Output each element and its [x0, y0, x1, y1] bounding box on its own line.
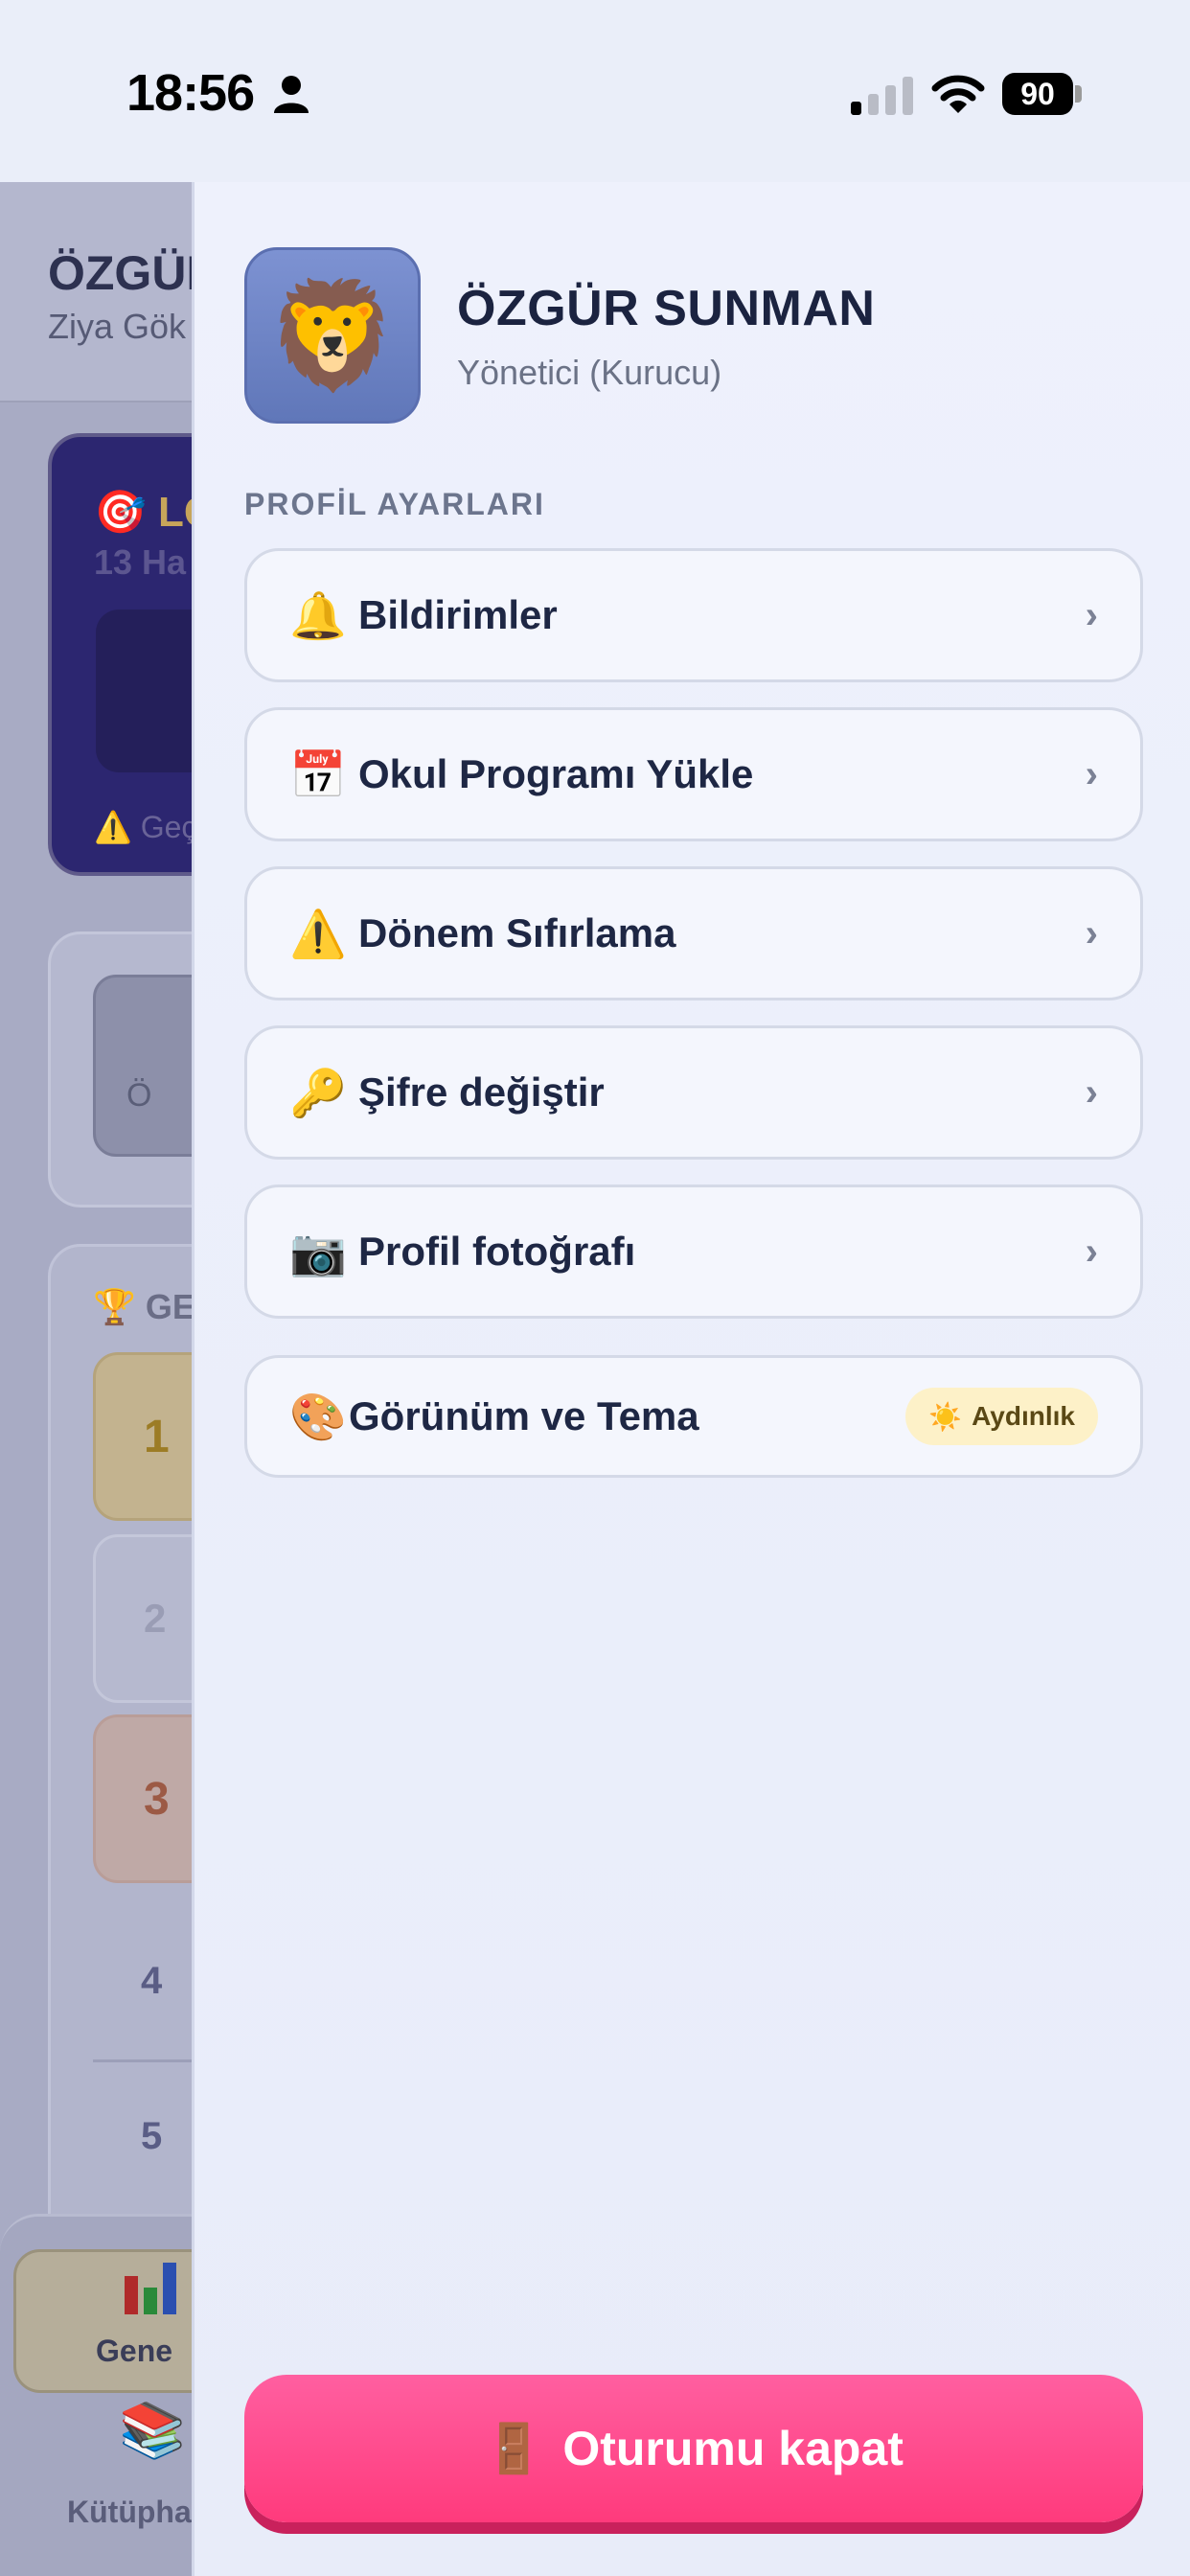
logout-button[interactable]: 🚪 Oturumu kapat — [244, 2375, 1143, 2522]
lgs-card-title: 🎯 LG — [94, 489, 192, 536]
lgs-countdown-card: 🎯 LG 13 Ha ⚠️ Geç — [48, 433, 192, 876]
battery-icon: 90 — [1002, 73, 1073, 115]
warning-icon: ⚠️ — [289, 908, 347, 960]
rank-row: 5 — [141, 2114, 163, 2157]
avatar[interactable]: 🦁 — [244, 247, 421, 424]
person-icon — [274, 76, 309, 113]
door-icon: 🚪 — [484, 2421, 544, 2475]
rank-row: 1 — [93, 1352, 192, 1521]
menu-item-label: Profil fotoğrafı — [358, 1229, 636, 1274]
background-header: ÖZGÜR Ziya Gök — [0, 182, 192, 402]
app-screen: 18:56 90 ÖZGÜR Ziya Gök 🎯 LG 13 Ha — [0, 0, 1190, 2576]
theme-badge-label: Aydınlık — [972, 1401, 1075, 1431]
menu-item-appearance-theme[interactable]: 🎨 Görünüm ve Tema ☀️ Aydınlık — [244, 1355, 1143, 1478]
menu-item-notifications[interactable]: 🔔 Bildirimler › — [244, 548, 1143, 682]
chevron-right-icon: › — [1085, 1070, 1098, 1114]
lion-avatar-icon: 🦁 — [266, 276, 399, 395]
menu-item-term-reset[interactable]: ⚠️ Dönem Sıfırlama › — [244, 866, 1143, 1000]
status-time: 18:56 — [126, 64, 255, 122]
menu-item-label: Okul Programı Yükle — [358, 751, 754, 796]
battery-tip — [1075, 85, 1082, 103]
background-app-overlay[interactable]: ÖZGÜR Ziya Gök 🎯 LG 13 Ha ⚠️ Geç Ö 🏆 GE … — [0, 182, 192, 2576]
palette-icon: 🎨 — [289, 1392, 347, 1443]
chevron-right-icon: › — [1085, 1230, 1098, 1273]
wifi-icon — [931, 75, 985, 113]
status-bar: 18:56 90 — [0, 0, 1190, 182]
lgs-card-date: 13 Ha — [94, 542, 187, 582]
chevron-right-icon: › — [1085, 911, 1098, 954]
tab-general-label: Gene — [96, 2334, 173, 2368]
bell-icon: 🔔 — [289, 590, 347, 642]
background-title: ÖZGÜR — [48, 246, 192, 300]
section-title: PROFİL AYARLARI — [244, 487, 545, 521]
profile-drawer: 🦁 ÖZGÜR SUNMAN Yönetici (Kurucu) PROFİL … — [192, 182, 1190, 2576]
lgs-card-counter — [96, 610, 192, 772]
menu-item-label: Görünüm ve Tema — [349, 1393, 699, 1438]
calendar-icon: 📅 — [289, 749, 347, 801]
rank-divider — [93, 2059, 192, 2062]
lgs-card-note: ⚠️ Geç — [94, 810, 192, 844]
books-icon: 📚 — [119, 2400, 186, 2460]
ranking-title: 🏆 GE — [93, 1287, 192, 1326]
menu-item-upload-schedule[interactable]: 📅 Okul Programı Yükle › — [244, 707, 1143, 841]
background-card-text: Ö — [126, 1077, 152, 1114]
profile-role: Yönetici (Kurucu) — [457, 353, 722, 392]
menu-item-change-password[interactable]: 🔑 Şifre değiştir › — [244, 1025, 1143, 1160]
chevron-right-icon: › — [1085, 593, 1098, 636]
background-tab-bar: Gene 📚 Kütüpha — [0, 2214, 192, 2576]
menu-item-label: Bildirimler — [358, 592, 558, 637]
tab-library-label: Kütüpha — [67, 2495, 192, 2529]
rank-row: 4 — [141, 1959, 163, 2002]
menu-item-label: Şifre değiştir — [358, 1070, 605, 1115]
background-subtitle: Ziya Gök — [48, 307, 187, 346]
rank-row: 2 — [93, 1534, 192, 1703]
profile-name: ÖZGÜR SUNMAN — [457, 281, 876, 336]
sun-icon: ☀️ — [928, 1401, 963, 1432]
background-card-inner — [93, 975, 192, 1157]
menu-item-profile-photo[interactable]: 📷 Profil fotoğrafı › — [244, 1184, 1143, 1319]
bar-chart-icon — [125, 2263, 176, 2314]
background-card — [48, 932, 192, 1208]
chevron-right-icon: › — [1085, 752, 1098, 795]
signal-icon — [851, 77, 913, 115]
theme-badge[interactable]: ☀️ Aydınlık — [905, 1388, 1098, 1445]
menu-item-label: Dönem Sıfırlama — [358, 910, 676, 955]
key-icon: 🔑 — [289, 1068, 347, 1119]
logout-button-label: Oturumu kapat — [562, 2422, 904, 2475]
camera-icon: 📷 — [289, 1227, 347, 1278]
rank-row: 3 — [93, 1714, 192, 1883]
